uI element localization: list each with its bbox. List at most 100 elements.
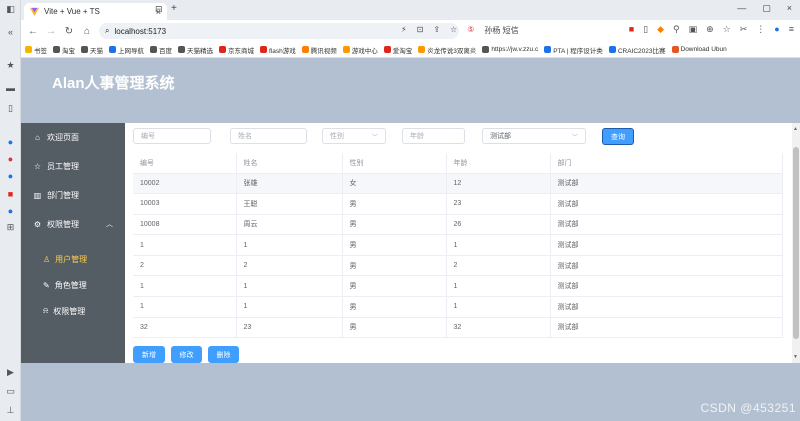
vite-logo-icon xyxy=(30,7,39,16)
bookmark-item[interactable]: 炎龙传说3双离炎 xyxy=(418,45,476,55)
extension-icon[interactable]: ■ xyxy=(629,24,634,35)
submenu-user-management[interactable]: ♙ 用户管理 xyxy=(21,246,125,272)
scroll-up-icon[interactable]: ▲ xyxy=(793,126,798,132)
app-icon[interactable]: ● xyxy=(5,205,16,216)
app-icon[interactable]: ● xyxy=(5,153,16,164)
gender-select[interactable]: 性别 ﹀ xyxy=(322,128,386,144)
favorites-icon[interactable]: ☆ xyxy=(723,24,731,35)
extension-icon[interactable]: ▯ xyxy=(643,24,648,35)
minimize-icon[interactable]: — xyxy=(737,3,746,14)
table-row[interactable]: 10008 周云男 26 测试部 xyxy=(133,214,783,236)
share-icon[interactable]: ⇪ xyxy=(433,25,440,36)
age-search-input[interactable]: 年龄 xyxy=(402,128,465,144)
bookmark-label: PTA | 程序设计类 xyxy=(553,47,603,55)
cut-icon[interactable]: ✂ xyxy=(740,24,748,35)
delete-button[interactable]: 删除 xyxy=(208,346,239,363)
install-icon[interactable]: ⊡ xyxy=(417,25,424,36)
table-row[interactable]: 1 1 男 1 测试部 xyxy=(133,296,783,318)
bookmark-item[interactable]: Download Ubun xyxy=(671,46,727,53)
hamburger-menu-icon[interactable]: ≡ xyxy=(789,24,794,35)
close-window-icon[interactable]: × xyxy=(787,3,792,14)
forward-icon[interactable]: → xyxy=(42,26,60,37)
browser-tab[interactable]: Vite + Vue + TS × xyxy=(24,3,167,20)
browser-app-icon[interactable]: ● xyxy=(5,136,16,147)
table-row[interactable]: 1 1 男 1 测试部 xyxy=(133,234,783,256)
restore-icon[interactable]: ▢ xyxy=(762,3,771,14)
bookmark-item[interactable]: 京东商城 xyxy=(219,45,254,55)
menu-item-department[interactable]: ▥ 部门管理 xyxy=(21,181,125,209)
table-row[interactable]: 10003 王聪男 23 测试部 xyxy=(133,193,783,215)
browser-side-rail: ◧ « ★ ▬ ▯ ● ● ● ■ ● ⊞ ▶ ▭ ⊥ xyxy=(0,0,21,421)
bookmark-item[interactable]: PTA | 程序设计类 xyxy=(544,45,603,55)
main-scrollbar[interactable]: ▲ ▼ xyxy=(792,123,800,363)
bookmark-item[interactable]: 天猫 xyxy=(81,45,103,55)
table-cell: 12 xyxy=(446,173,551,195)
bookmark-item[interactable]: 腾讯视频 xyxy=(301,45,337,55)
menu-dots-icon[interactable]: ⋮ xyxy=(756,24,765,35)
table-row[interactable]: 2 2 男 2 测试部 xyxy=(133,255,783,277)
column-header[interactable]: 姓名 xyxy=(236,153,343,174)
table-cell: 1 xyxy=(446,275,551,298)
bookmark-item[interactable]: 书签 xyxy=(25,45,47,55)
pin-icon[interactable]: ⊥ xyxy=(5,405,16,416)
collapse-icon[interactable]: « xyxy=(5,26,16,37)
bookmark-label: flash游戏 xyxy=(269,47,296,55)
column-header[interactable]: 性别 xyxy=(342,153,447,174)
submenu-permission-management[interactable]: ⍾ 权限管理 xyxy=(21,298,125,324)
edit-button[interactable]: 修改 xyxy=(171,346,202,363)
menu-item-welcome[interactable]: ⌂ 欢迎页面 xyxy=(21,123,125,151)
add-button[interactable]: 新增 xyxy=(133,346,165,363)
search-suggest[interactable]: 孙杨 短信 xyxy=(484,25,518,36)
bookmark-label: 爱淘宝 xyxy=(392,47,413,55)
column-header[interactable]: 编号 xyxy=(133,153,237,174)
bag-icon[interactable]: ▭ xyxy=(5,386,16,397)
reload-icon[interactable]: ↻ xyxy=(60,26,78,37)
scroll-down-icon[interactable]: ▼ xyxy=(793,354,798,360)
bookmark-label: CRAIC2023比赛 xyxy=(617,47,666,55)
department-select[interactable]: 测试部 ﹀ xyxy=(482,128,586,144)
scroll-thumb[interactable] xyxy=(793,147,799,339)
bookmark-star-icon[interactable]: ☆ xyxy=(450,25,457,36)
profile-avatar-icon[interactable]: ● xyxy=(774,24,779,35)
extension-icon[interactable]: ◆ xyxy=(657,24,664,35)
submenu-role-management[interactable]: ✎ 角色管理 xyxy=(21,272,125,298)
bookmark-item[interactable]: 淘宝 xyxy=(53,45,75,55)
menu-item-employee[interactable]: ☆ 员工管理 xyxy=(21,152,125,180)
bookmark-item[interactable]: 游戏中心 xyxy=(342,45,378,55)
bookmark-item[interactable]: flash游戏 xyxy=(260,45,296,55)
column-header[interactable]: 部门 xyxy=(550,153,783,174)
bookmark-item[interactable]: 上网导航 xyxy=(109,45,144,55)
favorites-star-icon[interactable]: ★ xyxy=(5,60,16,71)
extension-icon[interactable]: ⊕ xyxy=(706,24,714,35)
bookmark-item[interactable]: 爱淘宝 xyxy=(383,45,413,55)
bookmark-item[interactable]: 天猫精选 xyxy=(178,45,213,55)
bookmark-item[interactable]: CRAIC2023比赛 xyxy=(608,45,666,55)
folder-icon[interactable]: ▬ xyxy=(5,82,16,93)
sidebar-toggle-icon[interactable]: ◧ xyxy=(5,4,16,15)
lightning-icon[interactable]: ⚡ xyxy=(401,25,407,36)
phone-icon[interactable]: ▯ xyxy=(5,103,16,114)
app-icon[interactable]: ● xyxy=(5,170,16,181)
bookmark-item[interactable]: https://jw.v.zzu.c xyxy=(482,46,538,53)
table-row[interactable]: 32 23 男 32 测试部 xyxy=(133,317,783,339)
name-search-input[interactable]: 姓名 xyxy=(230,128,307,144)
back-icon[interactable]: ← xyxy=(24,26,42,37)
new-tab-button[interactable]: + xyxy=(171,3,177,14)
expand-icon[interactable]: ⊞ xyxy=(5,222,16,233)
play-icon[interactable]: ▶ xyxy=(5,367,16,378)
query-button[interactable]: 查询 xyxy=(602,128,634,145)
table-row[interactable]: 10002 张雄女 12 测试部 xyxy=(133,173,783,195)
tab-list-icon[interactable]: ⊟ xyxy=(155,4,163,15)
extension-icon[interactable]: ⚲ xyxy=(673,24,680,35)
table-cell: 1 xyxy=(236,234,343,256)
bookmark-item[interactable]: 百度 xyxy=(150,45,172,55)
id-search-input[interactable]: 编号 xyxy=(133,128,211,144)
menu-item-permission[interactable]: ⚙ 权限管理 ︿ xyxy=(21,210,125,238)
extension-icon[interactable]: ▣ xyxy=(689,24,698,35)
column-header[interactable]: 年龄 xyxy=(446,153,551,174)
table-row[interactable]: 1 1 男 1 测试部 xyxy=(133,275,783,298)
search-engine-icon[interactable]: ⑤ xyxy=(467,25,474,36)
home-nav-icon[interactable]: ⌂ xyxy=(78,26,96,37)
app-icon[interactable]: ■ xyxy=(5,188,16,199)
edit-icon: ✎ xyxy=(43,280,50,290)
